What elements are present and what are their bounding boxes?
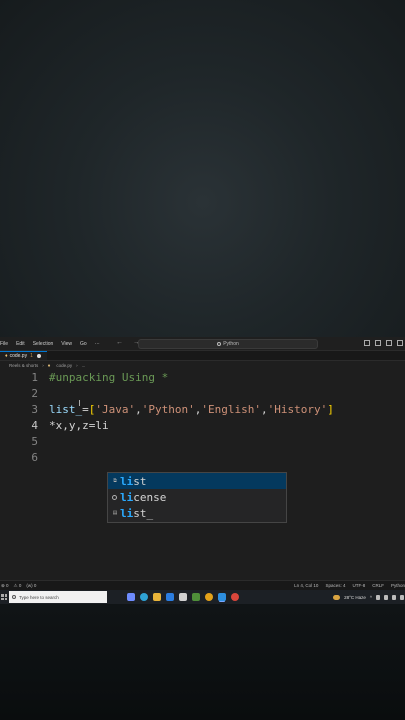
tab-code-py[interactable]: ♦ code.py 1 bbox=[0, 351, 47, 360]
suggestion-item[interactable]: ▤ li st_ bbox=[108, 505, 286, 521]
line-number: 1 bbox=[31, 371, 38, 384]
tab-bar: ♦ code.py 1 bbox=[0, 351, 405, 361]
vscode-icon[interactable] bbox=[218, 593, 226, 601]
video-background-bottom bbox=[0, 604, 405, 720]
mail-icon[interactable] bbox=[166, 593, 174, 601]
unsaved-dot-icon[interactable] bbox=[36, 354, 41, 358]
taskbar-apps bbox=[127, 593, 239, 601]
tab-problem-count: 1 bbox=[30, 353, 33, 359]
language-mode[interactable]: Python bbox=[391, 583, 405, 588]
suggestion-rest: st_ bbox=[133, 506, 154, 520]
breadcrumb-folder[interactable]: Reels & shorts bbox=[9, 363, 38, 368]
indentation[interactable]: Spaces: 4 bbox=[325, 583, 345, 588]
toggle-sidebar-icon[interactable] bbox=[364, 340, 370, 346]
warnings-status[interactable]: ⚠ 0 bbox=[14, 583, 22, 589]
chrome-icon[interactable] bbox=[205, 593, 213, 601]
chevron-right-icon: › bbox=[42, 363, 44, 368]
edge-icon[interactable] bbox=[140, 593, 148, 601]
suggestion-rest: cense bbox=[133, 490, 167, 504]
chevron-right-icon: › bbox=[76, 363, 78, 368]
recorder-icon[interactable] bbox=[231, 593, 239, 601]
suggestion-match: li bbox=[120, 506, 134, 520]
file-explorer-icon[interactable] bbox=[153, 593, 161, 601]
errors-status[interactable]: ⊗ 0 bbox=[1, 583, 9, 589]
breadcrumb-file[interactable]: code.py bbox=[56, 363, 72, 368]
menu-selection[interactable]: Selection bbox=[33, 341, 54, 347]
command-center-search[interactable]: Python bbox=[138, 339, 318, 349]
search-icon bbox=[12, 595, 16, 599]
breadcrumb: Reels & shorts › ♦ code.py › ... bbox=[0, 361, 405, 370]
code-token: 'Java' bbox=[95, 403, 136, 416]
python-file-icon: ♦ bbox=[5, 353, 8, 359]
store-icon[interactable] bbox=[179, 593, 187, 601]
search-icon bbox=[217, 342, 222, 346]
weather-icon[interactable] bbox=[333, 594, 341, 600]
taskbar-search-placeholder: Type here to search bbox=[19, 594, 59, 600]
menu-go[interactable]: Go bbox=[80, 341, 87, 347]
variable-icon bbox=[112, 494, 117, 500]
files-icon[interactable] bbox=[192, 593, 200, 601]
suggestion-match: li bbox=[120, 490, 134, 504]
suggestion-match: li bbox=[120, 474, 134, 488]
ports-status[interactable]: (w) 0 bbox=[26, 583, 36, 589]
code-line-3: list_=['Java','Python','English','Histor… bbox=[49, 403, 334, 416]
code-token: list_ bbox=[49, 403, 83, 416]
line-number: 5 bbox=[31, 435, 38, 448]
suggestion-item[interactable]: ⧉ li st bbox=[108, 473, 286, 489]
widgets-icon[interactable] bbox=[127, 593, 135, 601]
code-token: ] bbox=[327, 403, 334, 416]
code-line-1: #unpacking Using * bbox=[49, 371, 169, 384]
menu-view[interactable]: View bbox=[61, 341, 72, 347]
cursor-position[interactable]: Ln 4, Col 10 bbox=[294, 583, 318, 588]
chevron-up-icon[interactable]: ^ bbox=[370, 595, 372, 600]
code-line-4: *x,y,z=li bbox=[49, 419, 109, 432]
command-center-label: Python bbox=[223, 341, 239, 347]
encoding[interactable]: UTF-8 bbox=[352, 583, 365, 588]
line-number: 2 bbox=[31, 387, 38, 400]
taskbar-search-box[interactable]: Type here to search bbox=[9, 591, 107, 603]
menu-bar: File Edit Selection View Go ··· bbox=[0, 341, 107, 347]
network-icon[interactable] bbox=[376, 594, 380, 600]
code-token: , bbox=[260, 403, 268, 416]
code-token: , bbox=[135, 403, 142, 416]
status-bar: ⊗ 0 ⚠ 0 (w) 0 Ln 4, Col 10 Spaces: 4 UTF… bbox=[0, 580, 405, 590]
python-file-icon: ♦ bbox=[47, 362, 51, 369]
code-token: = bbox=[82, 403, 89, 416]
end-of-line[interactable]: CRLF bbox=[372, 583, 384, 588]
layout-controls bbox=[364, 340, 403, 346]
suggestion-item[interactable]: li cense bbox=[108, 489, 286, 505]
toggle-secondary-sidebar-icon[interactable] bbox=[386, 340, 392, 346]
snippet-icon: ▤ bbox=[112, 510, 118, 516]
code-editor[interactable]: 1 2 3 4 5 6 #unpacking Using * list_=['J… bbox=[0, 370, 405, 575]
class-icon: ⧉ bbox=[113, 478, 117, 484]
tab-label: code.py bbox=[9, 353, 28, 359]
breadcrumb-more[interactable]: ... bbox=[82, 363, 86, 368]
menu-more[interactable]: ··· bbox=[95, 341, 100, 347]
code-token: 'History' bbox=[267, 403, 328, 416]
suggestion-rest: st bbox=[133, 474, 147, 488]
windows-taskbar: Type here to search 28°C Haze ^ bbox=[0, 590, 405, 604]
line-number-active: 4 bbox=[31, 419, 38, 432]
battery-icon[interactable] bbox=[392, 594, 396, 600]
menu-file[interactable]: File bbox=[0, 341, 8, 347]
windows-start-icon[interactable] bbox=[1, 594, 7, 600]
notification-icon[interactable] bbox=[400, 594, 404, 600]
video-background-top bbox=[0, 0, 405, 337]
line-number: 6 bbox=[31, 451, 38, 464]
autocomplete-widget: ⧉ li st li cense ▤ li st_ bbox=[107, 472, 287, 523]
line-number: 3 bbox=[31, 403, 38, 416]
code-token: 'Python' bbox=[141, 403, 195, 416]
code-token: 'English' bbox=[201, 403, 261, 416]
menu-edit[interactable]: Edit bbox=[16, 341, 25, 347]
title-bar: File Edit Selection View Go ··· ← → Pyth… bbox=[0, 337, 405, 351]
system-tray: 28°C Haze ^ bbox=[333, 594, 404, 600]
toggle-panel-icon[interactable] bbox=[375, 340, 381, 346]
volume-icon[interactable] bbox=[384, 594, 388, 600]
vscode-window: File Edit Selection View Go ··· ← → Pyth… bbox=[0, 337, 405, 590]
weather-text[interactable]: 28°C Haze bbox=[344, 595, 366, 600]
customize-layout-icon[interactable] bbox=[397, 340, 403, 346]
